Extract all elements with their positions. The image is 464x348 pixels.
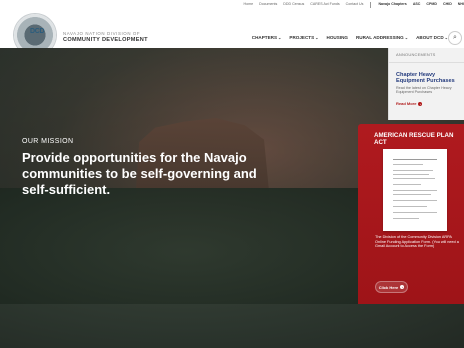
chevron-down-icon: ⌄ <box>278 35 282 40</box>
announcement-title[interactable]: Chapter Heavy Equipment Purchases <box>396 72 464 85</box>
search-button[interactable]: ⌕ <box>448 31 462 45</box>
announcements-title: ANNOUNCEMENTS <box>396 52 436 57</box>
doc-line <box>393 206 427 207</box>
top-link-asc[interactable]: ASC <box>413 2 421 8</box>
announcement-description: Read the latest on Chapter Heavy Equipme… <box>396 86 452 95</box>
top-link-cares-act-funds[interactable]: CARES Act Funds <box>310 2 339 8</box>
doc-line <box>393 200 437 201</box>
read-more-label: Read More <box>396 101 417 106</box>
top-utility-bar: Home Documents DDD Census CARES Act Fund… <box>0 0 464 10</box>
search-icon: ⌕ <box>453 34 457 41</box>
click-here-button[interactable]: Click Here › <box>375 281 408 293</box>
top-link-ddd-census[interactable]: DDD Census <box>283 2 304 8</box>
click-here-label: Click Here <box>378 284 399 290</box>
top-links: Home Documents DDD Census CARES Act Fund… <box>244 2 464 8</box>
top-link-documents[interactable]: Documents <box>259 2 277 8</box>
doc-line <box>393 194 431 195</box>
logo-text: DCD <box>30 28 45 35</box>
arpa-title: AMERICAN RESCUE PLAN ACT <box>374 132 454 146</box>
top-link-chid[interactable]: CHID <box>443 2 452 8</box>
mission-kicker: OUR MISSION <box>22 138 74 145</box>
announcements-divider <box>388 62 464 63</box>
doc-line <box>393 174 429 175</box>
nav-item-label: ABOUT DCD <box>416 35 444 40</box>
doc-line <box>393 159 437 160</box>
top-link-contact-us[interactable]: Contact Us <box>346 2 364 8</box>
doc-line <box>393 164 423 165</box>
nav-item-about-dcd[interactable]: ABOUT DCD⌄ <box>416 35 448 40</box>
mission-statement: Provide opportunities for the Navajo com… <box>22 150 257 197</box>
top-link-nhi[interactable]: NHI <box>458 2 464 8</box>
doc-line <box>393 170 433 171</box>
arpa-form-preview[interactable] <box>383 149 447 231</box>
doc-line <box>393 212 437 213</box>
arrow-right-icon: › <box>400 285 405 289</box>
chevron-down-icon: ⌄ <box>315 35 319 40</box>
top-link-home[interactable]: Home <box>244 2 254 8</box>
nav-item-label: HOUSING <box>326 35 348 40</box>
org-line1: NAVAJO NATION DIVISION OF <box>63 31 141 36</box>
nav-item-housing[interactable]: HOUSING <box>327 35 348 40</box>
doc-line <box>393 190 437 191</box>
main-nav: CHAPTERS⌄ PROJECTS⌄ HOUSING RURAL ADDRES… <box>252 35 448 40</box>
doc-line <box>393 218 419 219</box>
top-link-cpmd[interactable]: CPMD <box>426 2 437 8</box>
read-more-link[interactable]: Read More › <box>396 101 423 106</box>
site-header: DCD NAVAJO NATION DIVISION OF COMMUNITY … <box>0 10 464 56</box>
nav-item-rural-addressing[interactable]: RURAL ADDRESSING⌄ <box>356 35 408 40</box>
chevron-down-icon: ⌄ <box>404 35 409 40</box>
top-links-divider <box>370 2 372 8</box>
doc-line <box>393 178 435 179</box>
nav-item-label: PROJECTS <box>289 35 315 40</box>
top-link-navajo-chapters[interactable]: Navajo Chapters <box>378 2 406 8</box>
arrow-right-icon: › <box>418 101 423 106</box>
nav-item-chapters[interactable]: CHAPTERS⌄ <box>252 35 282 40</box>
nav-item-label: CHAPTERS <box>251 35 278 40</box>
nav-item-label: RURAL ADDRESSING <box>355 35 404 40</box>
arpa-description: The Division of the Community Division A… <box>375 235 459 249</box>
nav-item-projects[interactable]: PROJECTS⌄ <box>289 35 318 40</box>
org-line2: COMMUNITY DEVELOPMENT <box>63 37 148 43</box>
doc-line <box>393 184 421 185</box>
